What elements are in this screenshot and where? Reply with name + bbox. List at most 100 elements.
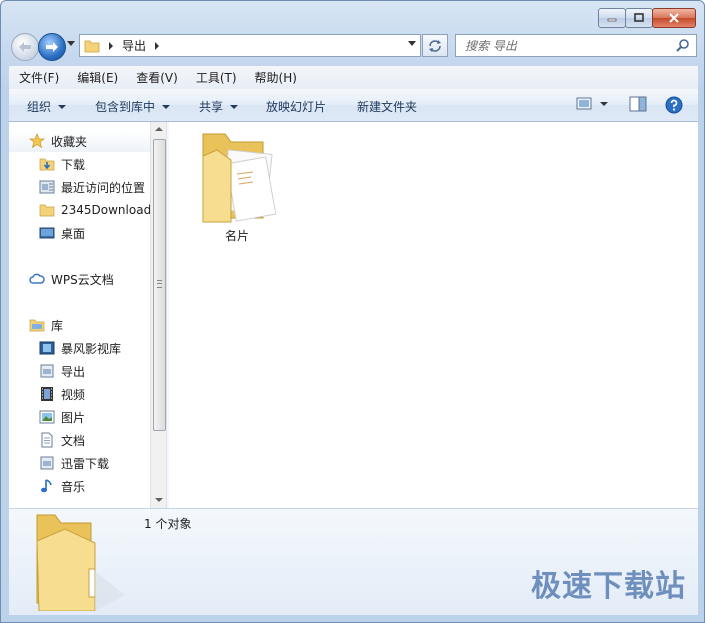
navigation-bar: 导出 搜索 导出 [9, 32, 699, 61]
include-in-library-button[interactable]: 包含到库中 [95, 98, 171, 115]
address-bar[interactable]: 导出 [79, 34, 421, 57]
picture-icon [39, 410, 55, 424]
item-count-text: 1 个对象 [144, 517, 192, 531]
sidebar-item-label: 音乐 [61, 479, 86, 494]
arrow-right-icon [46, 42, 58, 52]
view-options-icon [576, 97, 608, 110]
sidebar-item-downloads[interactable]: 下载 [39, 153, 85, 175]
breadcrumb-arrow-icon[interactable] [152, 41, 162, 51]
sidebar-favorites-header[interactable]: 收藏夹 [9, 130, 150, 152]
navigation-pane: 收藏夹 下载 最近访问的位置 2345Downloads 桌面 WPS云文档 库… [9, 122, 150, 508]
explorer-window: 导出 搜索 导出 文件(F) 编辑(E) 查看(V) 工具(T) 帮助(H) 组… [0, 0, 705, 623]
sidebar-item-desktop[interactable]: 桌面 [39, 222, 85, 244]
scroll-up-icon[interactable] [155, 127, 163, 131]
sidebar-item-label: 2345Downloads [61, 203, 150, 217]
menu-file[interactable]: 文件(F) [9, 69, 67, 86]
sidebar-item-label: 导出 [61, 364, 86, 379]
chevron-down-icon [58, 104, 67, 109]
back-button[interactable] [11, 33, 39, 61]
address-dropdown-icon[interactable] [408, 41, 416, 47]
breadcrumb-location[interactable]: 导出 [122, 37, 146, 54]
video-library-icon [39, 341, 55, 355]
music-icon [41, 479, 52, 493]
sidebar-favorites-label: 收藏夹 [51, 134, 88, 149]
forward-button[interactable] [38, 33, 66, 61]
menu-tools[interactable]: 工具(T) [186, 69, 245, 86]
organize-label: 组织 [27, 100, 52, 114]
library-folder-icon [40, 456, 54, 470]
search-icon[interactable] [676, 38, 690, 52]
cloud-icon [29, 273, 45, 284]
sidebar-libraries-header[interactable]: 库 [29, 314, 63, 336]
preview-pane-icon [629, 96, 647, 112]
file-list: 名片 [169, 122, 698, 508]
chevron-down-icon [230, 104, 239, 109]
sidebar-libraries-label: 库 [51, 318, 64, 333]
sidebar-item-baofeng-library[interactable]: 暴风影视库 [39, 337, 121, 359]
watermark-text: 极速下载站 [531, 569, 686, 604]
help-icon [665, 96, 683, 114]
command-bar: 组织 包含到库中 共享 放映幻灯片 新建文件夹 [9, 89, 698, 122]
slideshow-label: 放映幻灯片 [266, 100, 327, 114]
search-input[interactable]: 搜索 导出 [465, 37, 517, 54]
sidebar-item-wps-cloud[interactable]: WPS云文档 [29, 268, 114, 290]
folder-icon [84, 40, 100, 52]
grip-icon [157, 280, 162, 288]
library-folder-icon [40, 364, 54, 378]
close-button[interactable] [652, 8, 696, 28]
slideshow-button[interactable]: 放映幻灯片 [266, 98, 326, 115]
video-icon [41, 387, 53, 401]
refresh-button[interactable] [422, 34, 448, 57]
sidebar-item-2345downloads[interactable]: 2345Downloads [39, 199, 150, 221]
menu-bar: 文件(F) 编辑(E) 查看(V) 工具(T) 帮助(H) [9, 65, 698, 89]
breadcrumb-arrow-icon[interactable] [106, 41, 116, 51]
content-area: 收藏夹 下载 最近访问的位置 2345Downloads 桌面 WPS云文档 库… [9, 122, 698, 508]
sidebar-item-label: 视频 [61, 387, 86, 402]
sidebar-item-recent-places[interactable]: 最近访问的位置 [39, 176, 145, 198]
search-box[interactable]: 搜索 导出 [455, 34, 697, 57]
chevron-down-icon [162, 104, 171, 109]
details-pane: 1 个对象 极速下载站 [9, 508, 698, 615]
document-icon [41, 432, 53, 448]
recent-places-icon [39, 180, 55, 194]
maximize-button[interactable] [625, 8, 653, 28]
star-icon [29, 133, 45, 149]
sidebar-item-export[interactable]: 导出 [39, 360, 85, 382]
desktop-icon [39, 227, 55, 239]
folder-with-documents-icon [202, 133, 277, 223]
help-button[interactable] [665, 96, 683, 117]
menu-view[interactable]: 查看(V) [126, 69, 186, 86]
sidebar-item-videos[interactable]: 视频 [39, 383, 85, 405]
menu-edit[interactable]: 编辑(E) [67, 69, 126, 86]
maximize-icon [634, 13, 644, 22]
sidebar-item-label: 文档 [61, 433, 86, 448]
include-in-library-label: 包含到库中 [95, 100, 156, 114]
sidebar-item-label: 迅雷下载 [61, 456, 110, 471]
sidebar-item-pictures[interactable]: 图片 [39, 406, 85, 428]
change-view-button[interactable] [576, 96, 610, 115]
new-folder-button[interactable]: 新建文件夹 [357, 98, 417, 115]
scrollbar-thumb[interactable] [153, 139, 166, 431]
navigation-pane-scrollbar[interactable] [150, 122, 167, 508]
minimize-button[interactable] [598, 8, 626, 28]
downloads-folder-icon [39, 158, 55, 171]
sidebar-item-label: 下载 [61, 157, 86, 172]
share-button[interactable]: 共享 [199, 98, 239, 115]
scroll-down-icon[interactable] [155, 498, 163, 502]
arrow-left-icon [19, 42, 31, 52]
sidebar-item-label: 桌面 [61, 226, 86, 241]
refresh-icon [429, 39, 441, 52]
organize-button[interactable]: 组织 [27, 98, 67, 115]
menu-help[interactable]: 帮助(H) [245, 69, 305, 86]
recent-pages-dropdown-icon[interactable] [67, 41, 75, 47]
sidebar-item-documents[interactable]: 文档 [39, 429, 85, 451]
file-item-folder[interactable]: 名片 [187, 126, 287, 243]
sidebar-item-label: 图片 [61, 410, 86, 425]
sidebar-item-label: 最近访问的位置 [61, 180, 146, 195]
preview-pane-button[interactable] [629, 96, 647, 115]
sidebar-item-music[interactable]: 音乐 [39, 475, 85, 497]
libraries-icon [29, 319, 45, 332]
new-folder-label: 新建文件夹 [357, 100, 418, 114]
sidebar-item-xunlei-downloads[interactable]: 迅雷下载 [39, 452, 109, 474]
close-icon [669, 13, 679, 23]
